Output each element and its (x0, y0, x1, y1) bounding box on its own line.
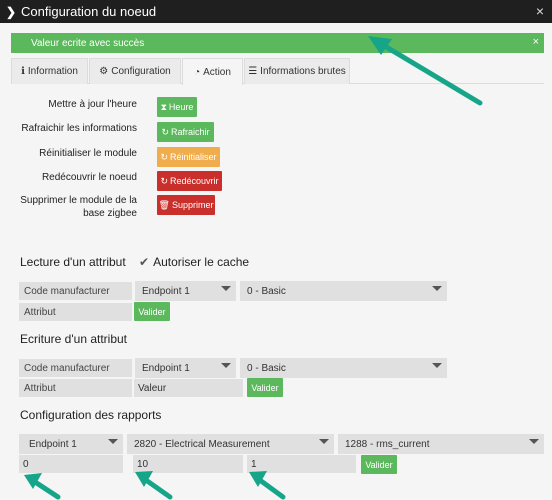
caret-down-icon (108, 439, 118, 444)
rapports-cluster-select[interactable]: 2820 - Electrical Measurement (127, 434, 334, 454)
lecture-attribut-label: Attribut (19, 303, 132, 321)
hourglass-icon: ⧗ (160, 101, 167, 112)
cache-checkbox[interactable]: ✔ Autoriser le cache (139, 255, 249, 269)
lecture-endpoint-select[interactable]: Endpoint 1 (135, 281, 236, 301)
lecture-title: Lecture d'un attribut (20, 255, 126, 269)
rapports-title: Configuration des rapports (20, 408, 162, 422)
caret-down-icon (221, 286, 231, 291)
rapports-value3-input[interactable]: 1 (247, 455, 356, 473)
alert-message: Valeur ecrite avec succès (31, 37, 145, 49)
rapports-attribute-select[interactable]: 1288 - rms_current (338, 434, 544, 454)
tab-information[interactable]: ℹ Information (11, 58, 88, 84)
ecriture-endpoint-select[interactable]: Endpoint 1 (135, 358, 236, 378)
action-label-supprimer: Supprimer le module de la base zigbee (20, 195, 137, 219)
rapports-value2-input[interactable]: 10 (133, 455, 243, 473)
tab-action[interactable]: ◔ Action (182, 58, 243, 85)
lecture-manufacturer-label: Code manufacturer (19, 282, 132, 300)
checkmark-icon: ✔ (139, 255, 150, 269)
action-label-heure: Mettre à jour l'heure (48, 99, 137, 110)
chevron-right-icon: ❯ (5, 4, 17, 19)
tab-bar: ℹ Information ⚙ Configuration ◔ Action ☰… (11, 58, 544, 85)
lecture-valider-button[interactable]: Valider (134, 302, 170, 321)
action-label-rafraichir: Rafraichir les informations (21, 123, 137, 134)
dialog-titlebar: ❯ Configuration du noeud × (0, 0, 552, 23)
tab-informations-brutes[interactable]: ☰ Informations brutes (244, 58, 350, 84)
caret-down-icon (319, 439, 329, 444)
ecriture-manufacturer-label: Code manufacturer (19, 359, 132, 377)
refresh-icon: ↻ (160, 175, 168, 186)
trash-icon: 🗑︎ (158, 199, 170, 210)
rapports-value1-input[interactable]: 0 (19, 455, 123, 473)
alert-close-icon[interactable]: × (533, 36, 539, 48)
caret-down-icon (432, 363, 442, 368)
ecriture-attribut-label: Attribut (19, 379, 132, 397)
list-icon: ☰ (248, 66, 258, 77)
caret-down-icon (529, 439, 539, 444)
success-alert: Valeur ecrite avec succès × (11, 33, 544, 53)
info-icon: ℹ (21, 66, 25, 77)
caret-down-icon (221, 363, 231, 368)
close-icon[interactable]: × (536, 3, 544, 19)
refresh-icon: ↻ (161, 126, 170, 137)
caret-down-icon (432, 286, 442, 291)
action-label-reinitialiser: Réinitialiser le module (39, 148, 137, 159)
action-label-redecouvrir: Redécouvrir le noeud (41, 172, 137, 183)
ecriture-valider-button[interactable]: Valider (247, 378, 283, 397)
redecouvrir-button[interactable]: ↻ Redécouvrir (157, 171, 222, 191)
rapports-endpoint-select[interactable]: Endpoint 1 (19, 434, 123, 454)
rafraichir-button[interactable]: ↻ Rafraichir (157, 122, 214, 142)
ecriture-cluster-select[interactable]: 0 - Basic (240, 358, 447, 378)
dialog-title: Configuration du noeud (21, 4, 157, 19)
tab-configuration[interactable]: ⚙ Configuration (89, 58, 181, 84)
ecriture-value-input[interactable]: Valeur (134, 379, 243, 397)
reinitialiser-button[interactable]: ↻ Réinitialiser (157, 147, 220, 167)
heure-button[interactable]: ⧗ Heure (157, 97, 197, 117)
supprimer-button[interactable]: 🗑︎ Supprimer (157, 195, 215, 215)
gear-icon: ⚙ (99, 66, 109, 77)
gauge-icon: ◔ (194, 66, 201, 78)
refresh-icon: ↻ (160, 151, 168, 162)
lecture-cluster-select[interactable]: 0 - Basic (240, 281, 447, 301)
ecriture-title: Ecriture d'un attribut (20, 332, 128, 346)
rapports-valider-button[interactable]: Valider (361, 455, 397, 474)
